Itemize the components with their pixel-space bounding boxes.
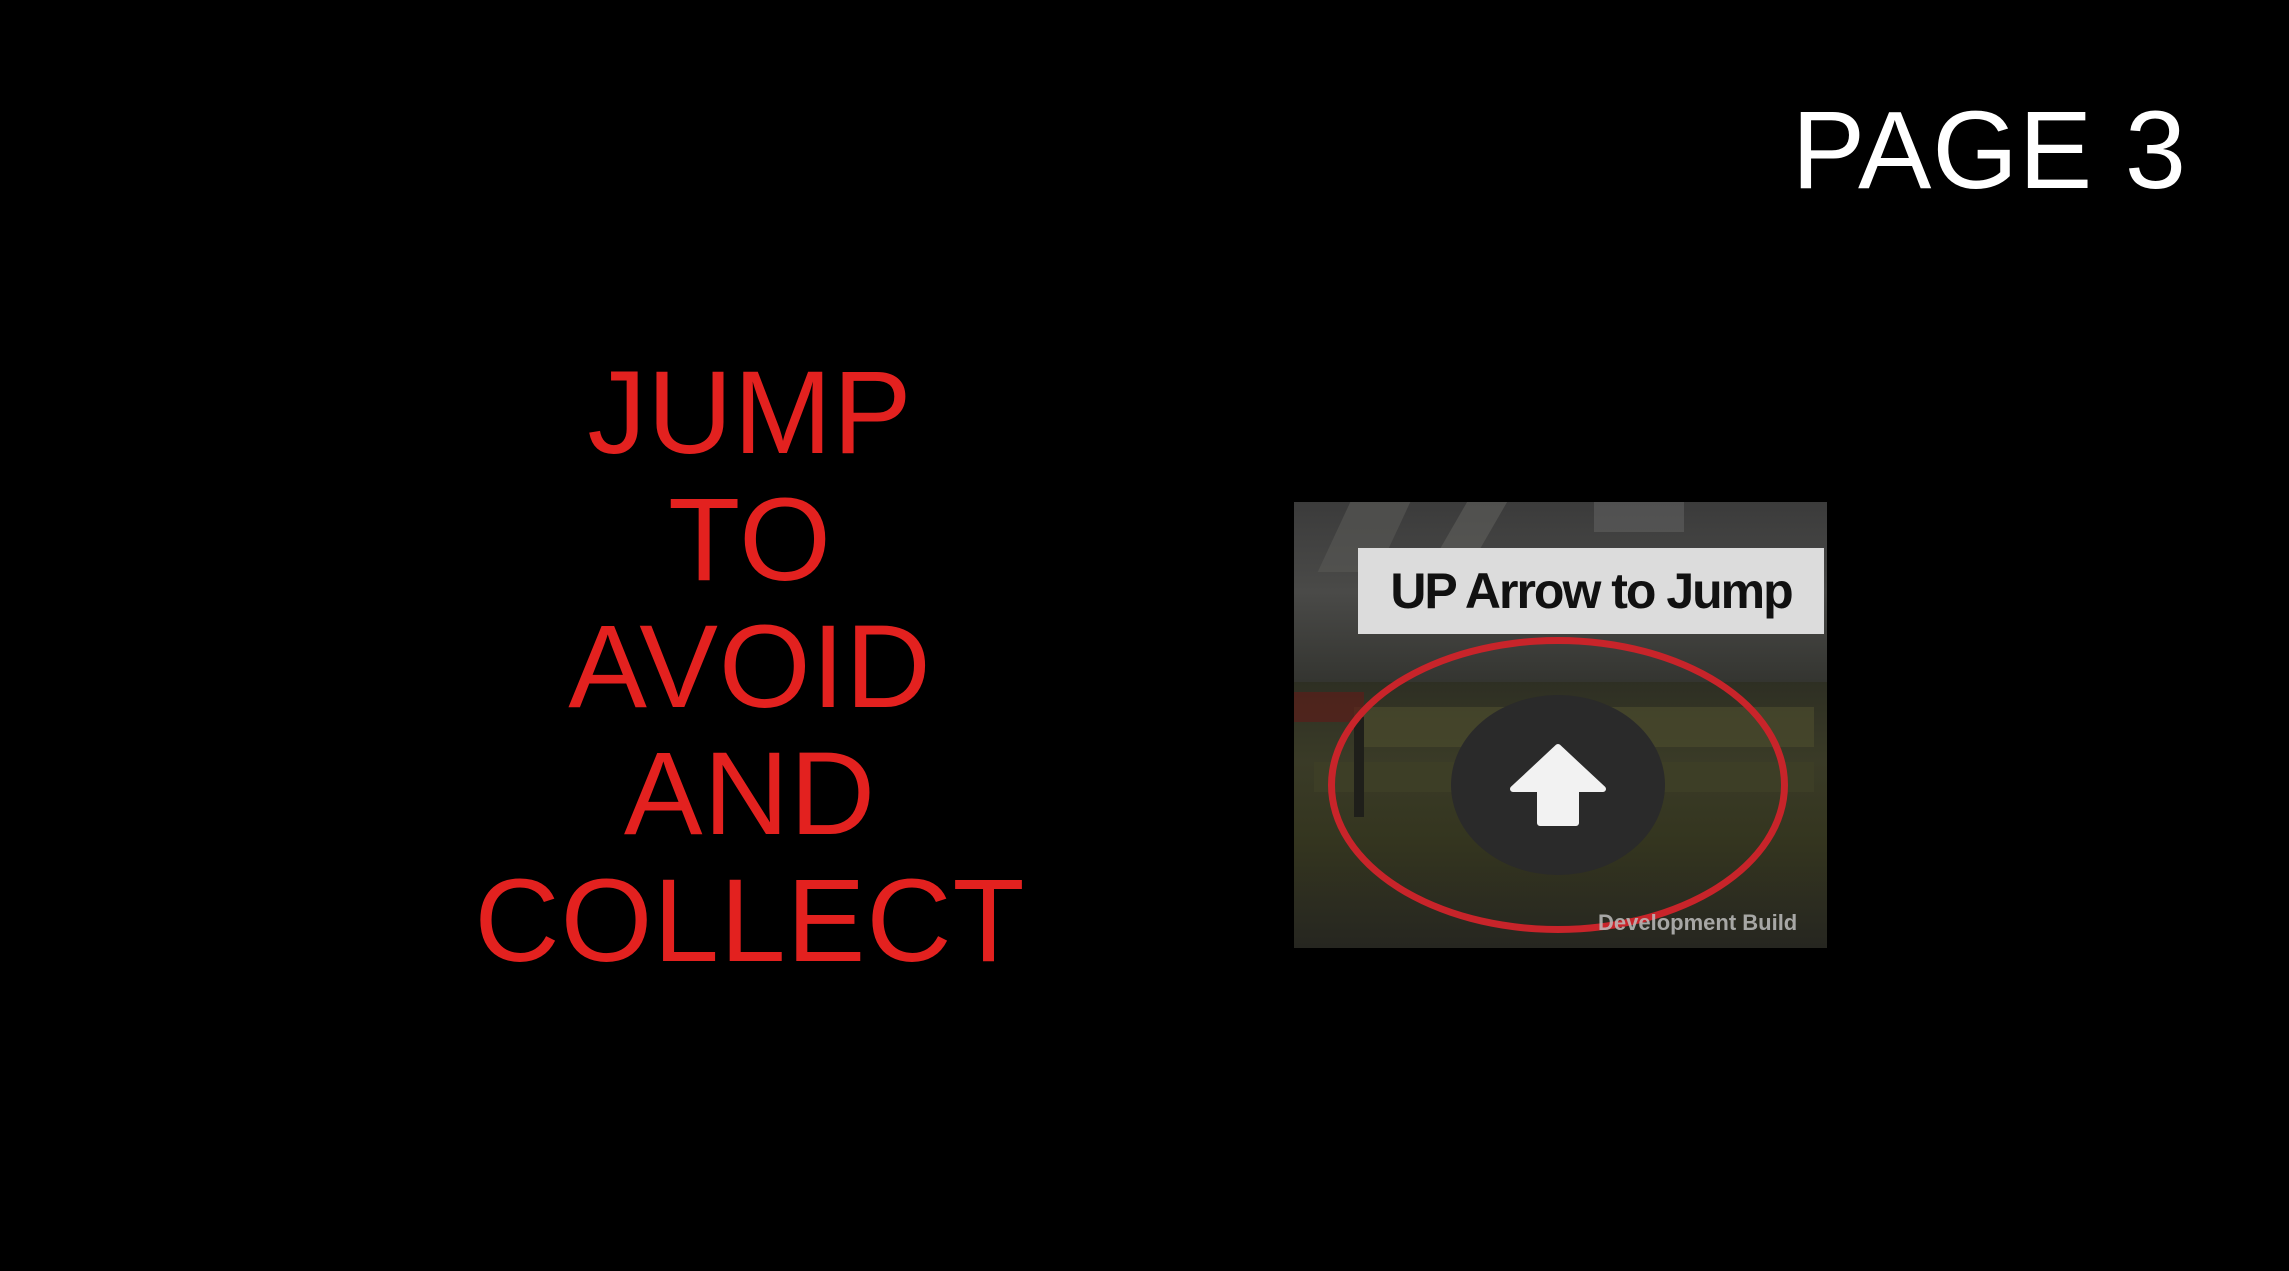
headline-line-jump: JUMP [587, 347, 913, 479]
background-shape [1594, 502, 1684, 532]
jump-instruction-banner: UP Arrow to Jump [1358, 548, 1824, 634]
headline-line-and: AND [623, 728, 877, 860]
highlight-ring [1328, 637, 1788, 933]
slide: PAGE 3 JUMP TO AVOID AND COLLECT UP Arro… [0, 0, 2289, 1271]
headline-line-to: TO [668, 474, 832, 606]
page-label: PAGE 3 [1791, 89, 2187, 212]
development-build-label: Development Build [1598, 910, 1798, 935]
headline-line-avoid: AVOID [568, 601, 932, 733]
headline: JUMP TO AVOID AND COLLECT [400, 350, 1100, 985]
game-screenshot: UP Arrow to Jump Development Build [1294, 502, 1827, 948]
headline-line-collect: COLLECT [474, 855, 1026, 987]
